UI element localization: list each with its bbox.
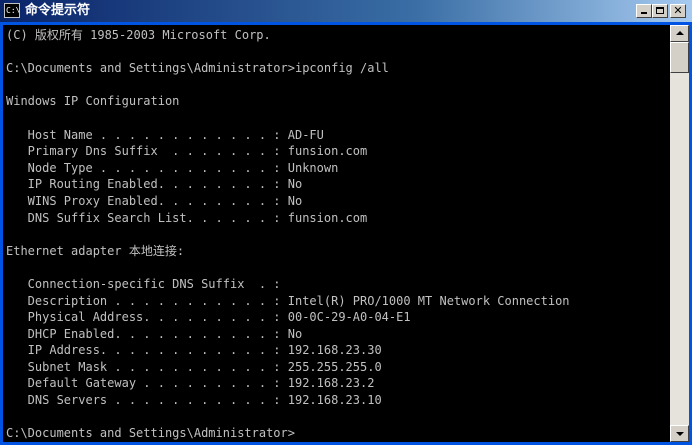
arrow-down-icon xyxy=(676,432,684,436)
console-line: Windows IP Configuration xyxy=(6,94,180,109)
maximize-icon xyxy=(656,7,664,14)
title-bar[interactable]: C:\ 命令提示符 ✕ xyxy=(0,0,692,22)
command-prompt-window: C:\ 命令提示符 ✕ (C) 版权所有 1985-2003 Microsoft… xyxy=(0,0,692,445)
window-title: 命令提示符 xyxy=(25,3,91,18)
console-line: (C) 版权所有 1985-2003 Microsoft Corp. xyxy=(6,28,271,42)
console-line: DNS Suffix Search List. . . . . . : funs… xyxy=(6,210,368,225)
cmd-icon[interactable]: C:\ xyxy=(4,3,20,18)
vertical-scrollbar[interactable] xyxy=(670,25,689,442)
scroll-down-button[interactable] xyxy=(670,425,689,442)
console-line: Default Gateway . . . . . . . . . : 192.… xyxy=(6,376,375,391)
console-lines: (C) 版权所有 1985-2003 Microsoft Corp. C:\Doc… xyxy=(6,27,570,442)
console-line: C:\Documents and Settings\Administrator> xyxy=(6,426,295,441)
scrollbar-thumb[interactable] xyxy=(670,42,689,73)
console-line: Primary Dns Suffix . . . . . . . : funsi… xyxy=(6,144,368,159)
console-line: C:\Documents and Settings\Administrator>… xyxy=(6,61,389,76)
minimize-icon xyxy=(641,12,647,14)
console-line: Ethernet adapter 本地连接: xyxy=(6,243,185,258)
console-line: IP Routing Enabled. . . . . . . . : No xyxy=(6,177,303,192)
console-line: WINS Proxy Enabled. . . . . . . . : No xyxy=(6,193,303,208)
console-line: Node Type . . . . . . . . . . . . : Unkn… xyxy=(6,160,339,175)
scroll-up-button[interactable] xyxy=(670,25,689,42)
console-line: Host Name . . . . . . . . . . . . : AD-F… xyxy=(6,127,324,142)
console-line: Physical Address. . . . . . . . . : 00-0… xyxy=(6,310,411,325)
arrow-up-icon xyxy=(676,31,684,35)
maximize-button[interactable] xyxy=(652,4,668,18)
console-line: IP Address. . . . . . . . . . . . : 192.… xyxy=(6,343,382,358)
console-output[interactable]: (C) 版权所有 1985-2003 Microsoft Corp. C:\Doc… xyxy=(3,25,670,442)
console-line: DNS Servers . . . . . . . . . . . : 192.… xyxy=(6,393,382,408)
close-button[interactable]: ✕ xyxy=(670,4,686,18)
console-line: DHCP Enabled. . . . . . . . . . . : No xyxy=(6,326,303,341)
console-line: Connection-specific DNS Suffix . : xyxy=(6,276,281,291)
close-icon: ✕ xyxy=(673,4,683,17)
console-client-area: (C) 版权所有 1985-2003 Microsoft Corp. C:\Doc… xyxy=(3,25,689,442)
console-line: Description . . . . . . . . . . . : Inte… xyxy=(6,293,570,308)
console-line: Subnet Mask . . . . . . . . . . . : 255.… xyxy=(6,359,382,374)
minimize-button[interactable] xyxy=(636,4,652,18)
